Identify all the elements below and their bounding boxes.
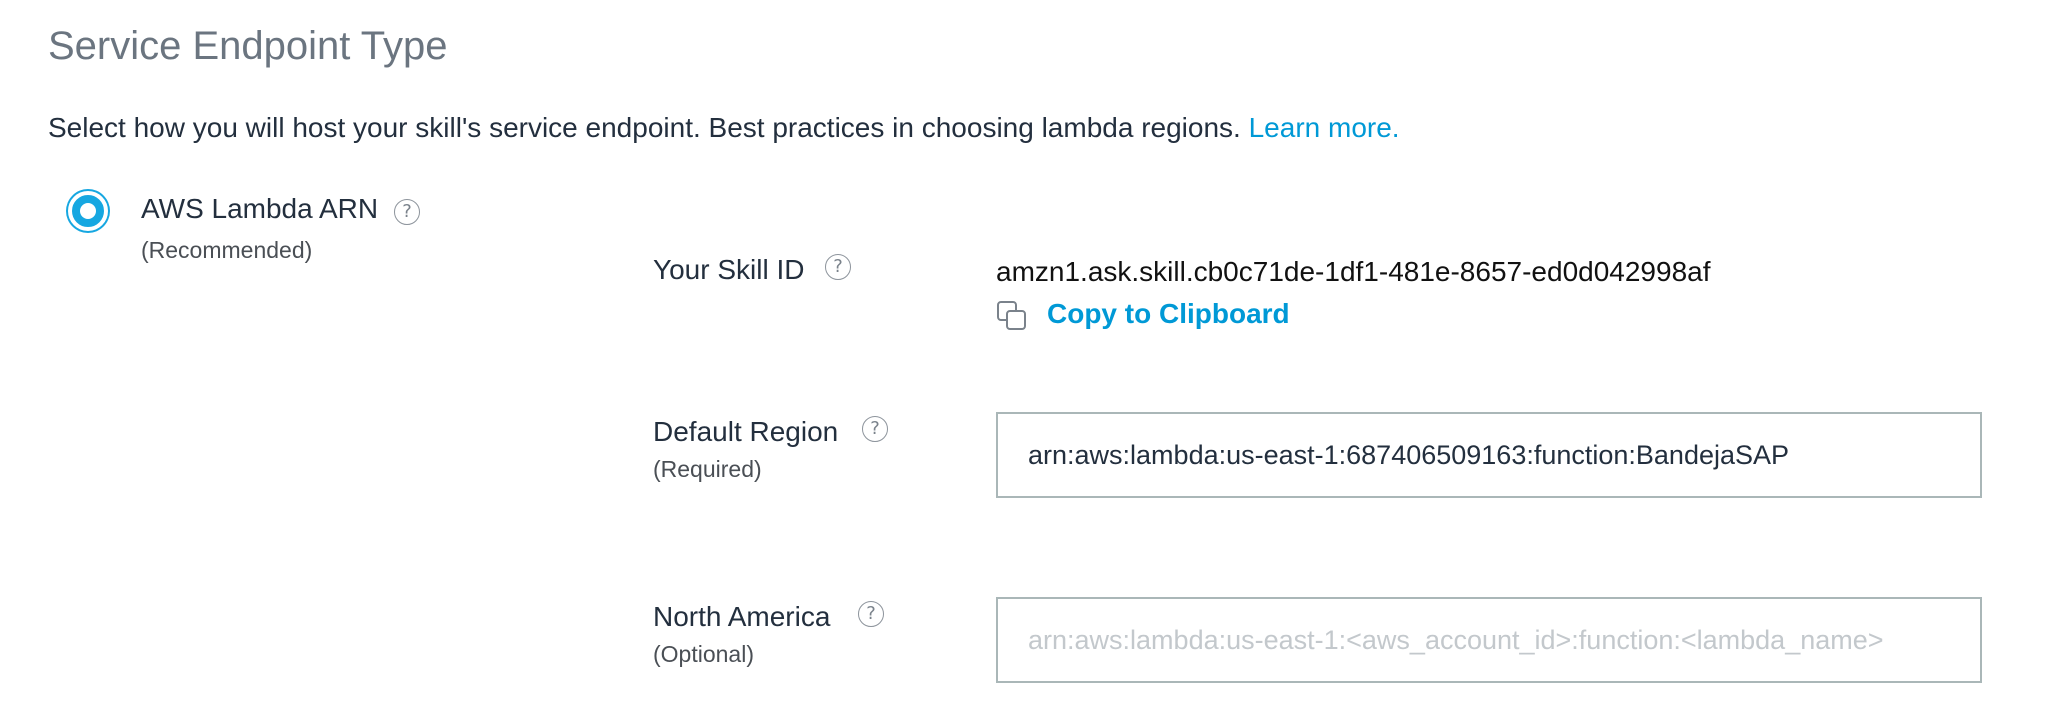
default-region-label: Default Region — [653, 416, 839, 447]
recommended-note: (Recommended) — [141, 237, 313, 263]
question-circle-icon[interactable]: ? — [862, 416, 888, 442]
required-note: (Required) — [653, 456, 762, 482]
default-region-input[interactable] — [996, 412, 1982, 498]
section-description: Select how you will host your skill's se… — [48, 112, 1400, 144]
question-circle-icon[interactable]: ? — [394, 199, 420, 225]
radio-selected-dot — [80, 203, 96, 219]
section-title: Service Endpoint Type — [48, 24, 448, 68]
north-america-label: North America — [653, 601, 831, 632]
copy-icon[interactable] — [996, 300, 1028, 332]
skill-id-label: Your Skill ID — [653, 254, 805, 285]
north-america-input[interactable] — [996, 597, 1982, 683]
question-circle-icon[interactable]: ? — [858, 601, 884, 627]
skill-id-value: amzn1.ask.skill.cb0c71de-1df1-481e-8657-… — [996, 256, 1711, 287]
learn-more-link[interactable]: Learn more. — [1249, 112, 1400, 143]
description-text: Select how you will host your skill's se… — [48, 112, 1249, 143]
copy-to-clipboard-link[interactable]: Copy to Clipboard — [1047, 298, 1290, 330]
optional-note: (Optional) — [653, 641, 754, 667]
aws-lambda-arn-label[interactable]: AWS Lambda ARN — [141, 193, 378, 225]
question-circle-icon[interactable]: ? — [825, 254, 851, 280]
